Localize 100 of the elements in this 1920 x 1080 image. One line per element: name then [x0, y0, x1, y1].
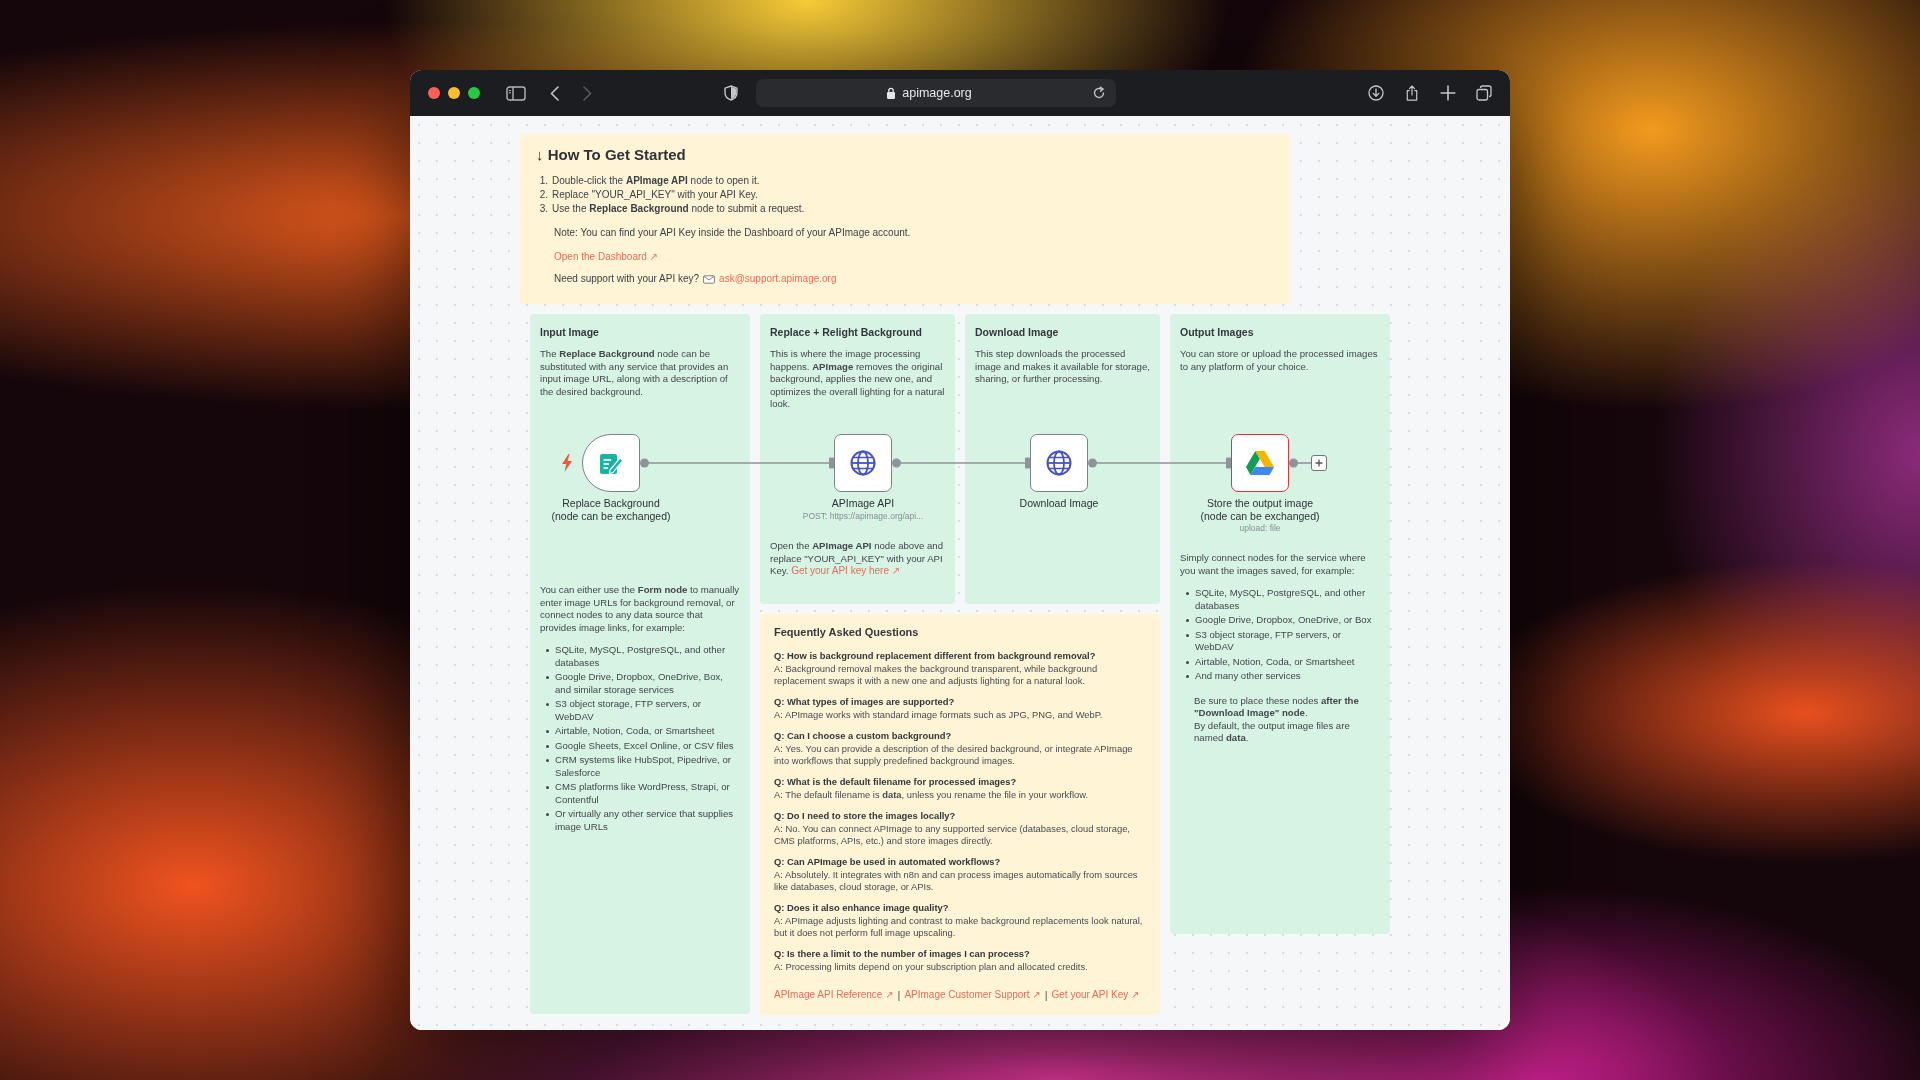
- note-text: Open the APImage API node above and replace "YOUR_API_KEY" with your API Key. Get your API key here ↗: [770, 540, 944, 578]
- link-separator: |: [897, 989, 901, 1001]
- faq-question: Q: How is background replacement different from background removal?: [774, 650, 1097, 662]
- link-separator: |: [1044, 989, 1048, 1001]
- bullet-icon: [1186, 660, 1189, 664]
- note-title: Download Image: [975, 326, 1060, 338]
- note-text: You can either use the Form node to manually enter image URLs for background removal, or connect nodes to any data source that provides image links, for example:: [540, 584, 740, 634]
- bullet-icon: [1186, 619, 1189, 622]
- email-link[interactable]: ask@support.apimage.org: [719, 273, 837, 285]
- new-tab-icon[interactable]: [1440, 85, 1456, 101]
- lock-icon: [886, 87, 897, 99]
- list-item-text: S3 object storage, FTP servers, or WebDAV: [1195, 628, 1342, 654]
- step-text: Replace "YOUR_API_KEY" with your API Key.: [552, 189, 758, 201]
- node-subtitle: upload: file: [1239, 523, 1281, 534]
- support-text: Need support with your API key?: [554, 273, 700, 285]
- reload-icon[interactable]: [1092, 86, 1106, 100]
- list-item-text: CMS platforms like WordPress, Strapi, or Contentful: [555, 781, 731, 806]
- faq-question: Q: Is there a limit to the number of images I can process?: [774, 948, 1031, 960]
- lightning-icon: [562, 454, 572, 472]
- minimize-icon[interactable]: [448, 87, 460, 99]
- list-item-text: And many other services: [1195, 670, 1301, 683]
- note-title: Output Images: [1180, 326, 1255, 338]
- faq-question: Q: What is the default filename for processed images?: [774, 776, 1018, 788]
- zoom-icon[interactable]: [468, 87, 480, 99]
- note-text: The Replace Background node can be substituted with any service that provides an input image URL, along with a description of the desired background.: [540, 348, 730, 398]
- faq-question: Q: Does it also enhance image quality?: [774, 902, 950, 914]
- list-item-text: SQLite, MySQL, PostgreSQL, and other databases: [1195, 587, 1367, 612]
- faq-link[interactable]: APImage Customer Support ↗: [904, 989, 1041, 1001]
- tabs-overview-icon[interactable]: [1476, 85, 1492, 101]
- node-label: APImage API: [831, 497, 895, 510]
- globe-icon: [1045, 449, 1073, 477]
- node-label: Store the output image (node can be exchanged): [1200, 497, 1320, 522]
- node-label: Download Image: [1019, 497, 1099, 510]
- faq-answer: A: Yes. You can provide a description of the desired background, or integrate APImage into workflows that supply predefined background images.: [774, 743, 1134, 767]
- workflow-node[interactable]: [834, 434, 892, 492]
- bullet-icon: [546, 786, 549, 789]
- list-item-text: Google Sheets, Excel Online, or CSV files: [555, 739, 734, 752]
- note-text: By default, the output image files are named data.: [1194, 719, 1351, 745]
- note-title: Replace + Relight Background: [770, 326, 923, 338]
- bullet-icon: [1186, 675, 1189, 678]
- api-key-link[interactable]: Get your API key here ↗: [791, 565, 901, 576]
- dashboard-link[interactable]: Open the Dashboard ↗: [554, 251, 658, 263]
- back-icon[interactable]: [550, 85, 559, 101]
- note-title: Input Image: [540, 326, 600, 338]
- faq-answer: A: APImage works with standard image formats such as JPG, PNG, and WebP.: [774, 709, 1104, 721]
- note-text: Be sure to place these nodes after the "Download Image" node.: [1194, 694, 1360, 720]
- bullet-icon: [1186, 592, 1189, 595]
- faq-question: Q: Can I choose a custom background?: [774, 730, 953, 742]
- list-item-text: CRM systems like HubSpot, Pipedrive, or Salesforce: [555, 754, 732, 779]
- note-text: Simply connect nodes for the service where you want the images saved, for example:: [1180, 552, 1367, 577]
- note-heading: ↓ How To Get Started: [536, 146, 687, 163]
- bullet-icon: [546, 730, 549, 733]
- step-number: 3.: [538, 203, 548, 215]
- list-item-text: Google Drive, Dropbox, OneDrive, or Box: [1195, 614, 1372, 627]
- plus-icon: [1315, 459, 1323, 467]
- add-node-button[interactable]: [1311, 455, 1327, 471]
- close-icon[interactable]: [428, 87, 440, 99]
- list-item-text: S3 object storage, FTP servers, or WebDAV: [555, 698, 702, 723]
- note-text: You can store or upload the processed images to any platform of your choice.: [1180, 348, 1379, 373]
- list-item-text: SQLite, MySQL, PostgreSQL, and other databases: [555, 644, 727, 669]
- faq-answer: A: No. You can connect APImage to any supported service (databases, cloud storage, CMS platforms, APIs, etc.) and store images directly.: [774, 823, 1131, 847]
- shield-icon[interactable]: [724, 85, 738, 101]
- step-number: 1.: [538, 175, 548, 187]
- node-label: Replace Background (node can be exchanged): [551, 497, 671, 522]
- faq-answer: A: The default filename is data, unless you rename the file in your workflow.: [774, 789, 1090, 801]
- bullet-icon: [546, 744, 549, 748]
- faq-link[interactable]: Get your API Key ↗: [1051, 989, 1140, 1001]
- bullet-icon: [546, 676, 549, 679]
- workflow-node[interactable]: [1030, 434, 1088, 492]
- list-item-text: Airtable, Notion, Coda, or Smartsheet: [1195, 655, 1355, 668]
- sidebar-icon[interactable]: [506, 85, 526, 101]
- connector-line: [1289, 457, 1311, 469]
- note-text: This step downloads the processed image and makes it available for storage, sharing, or further processing.: [975, 348, 1150, 386]
- list-item-text: Or virtually any other service that supplies image URLs: [555, 808, 735, 833]
- globe-icon: [849, 449, 877, 477]
- faq-link[interactable]: APImage API Reference ↗: [774, 989, 894, 1001]
- step-text: Use the Replace Background node to submit a request.: [552, 203, 805, 215]
- faq-question: Q: Can APImage be used in automated workflows?: [774, 856, 1002, 868]
- note-title: Fequently Asked Questions: [774, 626, 920, 638]
- list-item-text: Google Drive, Dropbox, OneDrive, Box, and similar storage services: [555, 671, 724, 696]
- workflow-node[interactable]: [1231, 434, 1289, 492]
- triangle-icon: [1246, 449, 1274, 477]
- address-field[interactable]: apimage.org: [756, 79, 1116, 107]
- node-subtitle: POST: https://apimage.org/api...: [802, 510, 924, 522]
- bullet-icon: [1186, 633, 1189, 637]
- share-icon[interactable]: [1404, 85, 1420, 101]
- envelope-icon: [703, 274, 716, 284]
- note-text: This is where the image processing happens. APImage removes the original background, applies the new one, and optimizes the overall lighting for a natural look.: [770, 348, 945, 411]
- bullet-icon: [546, 703, 549, 706]
- download-icon[interactable]: [1368, 85, 1384, 101]
- note-text: Note: You can find your API Key inside the Dashboard of your APImage account.: [554, 227, 912, 239]
- address-text: apimage.org: [902, 86, 972, 100]
- faq-answer: A: APImage adjusts lighting and contrast to make background replacements look natural, but it does not perform full image upscaling.: [774, 915, 1144, 939]
- bullet-icon: [546, 813, 549, 816]
- step-number: 2.: [538, 189, 548, 201]
- list-item-text: Airtable, Notion, Coda, or Smartsheet: [555, 725, 715, 738]
- faq-answer: A: Absolutely. It integrates with n8n and can process images automatically from sources like databases, cloud storage, or APIs.: [774, 869, 1139, 893]
- faq-answer: A: Processing limits depend on your subscription plan and allocated credits.: [774, 961, 1089, 973]
- step-text: Double-click the APImage API node to open it.: [552, 175, 760, 187]
- bullet-icon: [546, 759, 549, 762]
